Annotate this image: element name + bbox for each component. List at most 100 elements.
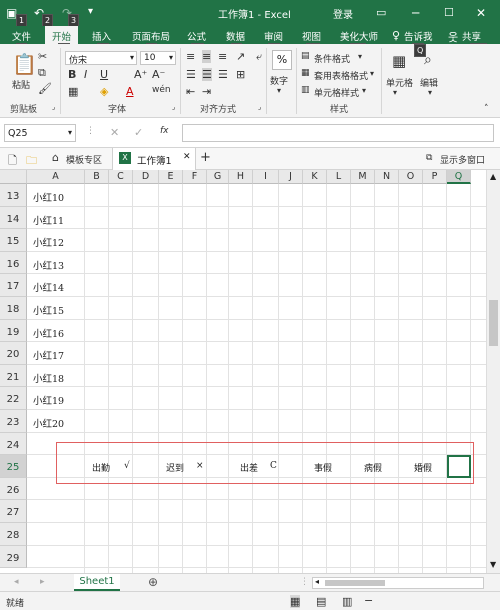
scroll-thumb[interactable] xyxy=(489,300,498,346)
font-size-select[interactable]: 10 ▾ xyxy=(140,51,176,65)
align-bottom-icon[interactable]: ≡ xyxy=(218,50,227,63)
cell-a[interactable]: 小红18 xyxy=(33,371,64,385)
name-box[interactable]: Q25 ▾ xyxy=(4,124,76,142)
cell-a[interactable]: 小红13 xyxy=(33,258,64,272)
insert-function-icon[interactable]: fx xyxy=(160,126,169,136)
tell-me-search[interactable]: 告诉我 xyxy=(404,29,433,43)
close-icon[interactable]: ✕ xyxy=(183,152,191,162)
scroll-up-icon[interactable]: ▲ xyxy=(490,172,496,181)
customize-qat-icon[interactable]: ▾ xyxy=(88,6,93,17)
underline-icon[interactable]: U xyxy=(100,68,108,81)
row-header[interactable]: 20 xyxy=(0,342,27,365)
phonetic-icon[interactable]: wén xyxy=(152,85,171,95)
row-header[interactable]: 19 xyxy=(0,319,27,343)
prev-sheet-icon[interactable]: ◂ xyxy=(14,577,19,587)
align-left-icon[interactable]: ☰ xyxy=(186,68,196,81)
column-header-l[interactable]: L xyxy=(327,170,351,184)
paste-label[interactable]: 粘贴 xyxy=(12,78,30,91)
column-header-i[interactable]: I xyxy=(253,170,279,184)
cut-icon[interactable]: ✂ xyxy=(38,50,47,63)
tab-data[interactable]: 数据 xyxy=(226,29,245,43)
paste-icon[interactable]: 📋 xyxy=(12,52,37,76)
close-icon[interactable]: ✕ xyxy=(476,6,486,20)
font-launcher-icon[interactable]: ⌟ xyxy=(172,103,175,111)
selected-cell[interactable] xyxy=(447,455,471,478)
share-button[interactable]: 共享 xyxy=(462,29,481,43)
row-header[interactable]: 15 xyxy=(0,229,27,252)
tab-formulas[interactable]: 公式 xyxy=(187,29,206,43)
cell-a[interactable]: 小红11 xyxy=(33,213,64,227)
row-header[interactable]: 27 xyxy=(0,500,27,523)
spreadsheet-grid[interactable]: A B C D E F G H I J K L M N O P Q 13 小红10 14 小红11 15 小红12 16 小红1… xyxy=(0,170,486,573)
confirm-entry-icon[interactable]: ✓ xyxy=(134,126,143,139)
workbook-tab[interactable]: X 工作簿1 ✕ xyxy=(112,148,196,170)
row-header[interactable]: 16 xyxy=(0,251,27,275)
row-header[interactable]: 21 xyxy=(0,364,27,388)
maximize-icon[interactable]: ☐ xyxy=(444,6,454,19)
cell-a[interactable]: 小红20 xyxy=(33,416,64,430)
add-tab-button[interactable]: + xyxy=(200,150,211,165)
alignment-launcher-icon[interactable]: ⌟ xyxy=(258,103,261,111)
sheet-tab[interactable]: Sheet1 xyxy=(74,574,120,591)
row-header[interactable]: 17 xyxy=(0,274,27,297)
cells-button[interactable]: 单元格 xyxy=(386,76,413,89)
number-format-icon[interactable]: % xyxy=(272,50,292,70)
fill-color-icon[interactable]: ◈ xyxy=(100,85,108,98)
cell-a[interactable]: 小红19 xyxy=(33,393,64,407)
cell-a[interactable]: 小红16 xyxy=(33,326,64,340)
column-header-h[interactable]: H xyxy=(229,170,253,184)
tab-review[interactable]: 审阅 xyxy=(264,29,283,43)
column-header-b[interactable]: B xyxy=(85,170,109,184)
column-header-f[interactable]: F xyxy=(183,170,207,184)
column-header-c[interactable]: C xyxy=(109,170,133,184)
wrap-text-icon[interactable]: ⤶ xyxy=(256,50,262,64)
column-header-k[interactable]: K xyxy=(303,170,327,184)
zoom-out-icon[interactable]: − xyxy=(364,594,373,607)
border-icon[interactable]: ▦ xyxy=(68,85,78,98)
multi-window-button[interactable]: 显示多窗口 xyxy=(440,153,485,166)
normal-view-icon[interactable]: ▦ xyxy=(290,595,301,608)
cell-a[interactable]: 小红17 xyxy=(33,348,64,362)
tab-page-layout[interactable]: 页面布局 xyxy=(132,29,170,43)
align-middle-icon[interactable]: ≡ xyxy=(202,50,212,63)
cell-a[interactable]: 小红10 xyxy=(33,190,64,204)
merge-center-icon[interactable]: ⊞ xyxy=(236,68,245,81)
column-header-o[interactable]: O xyxy=(399,170,423,184)
column-header-g[interactable]: G xyxy=(207,170,229,184)
template-tab[interactable]: 模板专区 xyxy=(66,153,102,166)
tab-view[interactable]: 视图 xyxy=(302,29,321,43)
cell-a[interactable]: 小红12 xyxy=(33,235,64,249)
italic-icon[interactable]: I xyxy=(84,68,87,81)
column-header-n[interactable]: N xyxy=(375,170,399,184)
orientation-icon[interactable]: ↗ xyxy=(236,50,245,63)
select-all-corner[interactable] xyxy=(0,170,27,184)
copy-icon[interactable]: ⧉ xyxy=(38,66,46,80)
column-header-m[interactable]: M xyxy=(351,170,375,184)
collapse-ribbon-icon[interactable]: ˄ xyxy=(484,104,489,114)
cancel-entry-icon[interactable]: ✕ xyxy=(110,126,119,139)
format-painter-icon[interactable]: 🖌 xyxy=(38,82,52,95)
column-header-e[interactable]: E xyxy=(159,170,183,184)
tab-home[interactable]: 开始 xyxy=(45,26,79,44)
bold-icon[interactable]: B xyxy=(68,68,76,81)
open-folder-icon[interactable]: 🗀 xyxy=(26,152,37,171)
row-header[interactable]: 18 xyxy=(0,297,27,320)
page-break-view-icon[interactable]: ▥ xyxy=(342,595,352,608)
row-header[interactable]: 23 xyxy=(0,410,27,433)
formula-input[interactable] xyxy=(182,124,494,142)
page-layout-view-icon[interactable]: ▤ xyxy=(316,595,326,608)
align-right-icon[interactable]: ☰ xyxy=(218,68,228,81)
cell-a[interactable]: 小红15 xyxy=(33,303,64,317)
align-top-icon[interactable]: ≡ xyxy=(186,50,195,63)
tab-beautify[interactable]: 美化大师 xyxy=(340,29,378,43)
cell-styles-button[interactable]: 单元格样式 xyxy=(314,86,359,99)
row-header[interactable]: 14 xyxy=(0,206,27,230)
decrease-indent-icon[interactable]: ⇤ xyxy=(186,85,195,98)
scroll-left-icon[interactable]: ◂ xyxy=(315,577,319,586)
ribbon-display-icon[interactable]: ▭ xyxy=(376,6,386,19)
vertical-scrollbar[interactable]: ▲ ▼ xyxy=(486,170,500,573)
align-center-icon[interactable]: ☰ xyxy=(202,68,212,81)
clipboard-launcher-icon[interactable]: ⌟ xyxy=(52,103,55,111)
decrease-font-icon[interactable]: A⁻ xyxy=(152,68,165,81)
column-header-a[interactable]: A xyxy=(27,170,85,184)
